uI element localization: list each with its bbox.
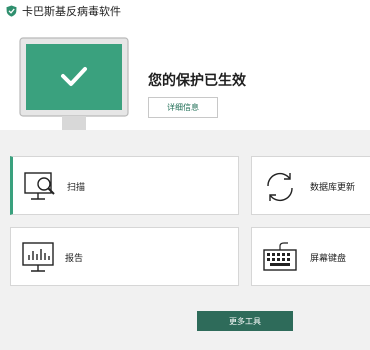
protection-status-title: 您的保护已生效 [148, 73, 246, 89]
app-title: 卡巴斯基反病毒软件 [22, 5, 121, 18]
monitor-check-icon [19, 37, 129, 135]
tile-database-update-label: 数据库更新 [310, 183, 356, 193]
refresh-arrows-icon [267, 172, 293, 202]
kaspersky-shield-icon [6, 5, 17, 17]
more-tools-button[interactable]: 更多工具 [197, 311, 293, 331]
tile-onscreen-keyboard-label: 屏幕键盘 [310, 254, 347, 264]
tile-scan[interactable]: 扫描 [10, 156, 239, 215]
tile-report-label: 报告 [65, 254, 84, 264]
report-chart-icon [22, 242, 54, 272]
tile-onscreen-keyboard[interactable]: 屏幕键盘 [251, 227, 370, 286]
tile-database-update[interactable]: 数据库更新 [251, 156, 370, 215]
title-bar: 卡巴斯基反病毒软件 [0, 0, 370, 20]
scan-monitor-icon [24, 172, 55, 200]
keyboard-icon [263, 242, 297, 271]
tile-scan-label: 扫描 [67, 183, 86, 193]
tile-report[interactable]: 报告 [10, 227, 239, 286]
status-panel: 您的保护已生效 详细信息 [0, 20, 370, 135]
details-button[interactable]: 详细信息 [148, 97, 218, 118]
